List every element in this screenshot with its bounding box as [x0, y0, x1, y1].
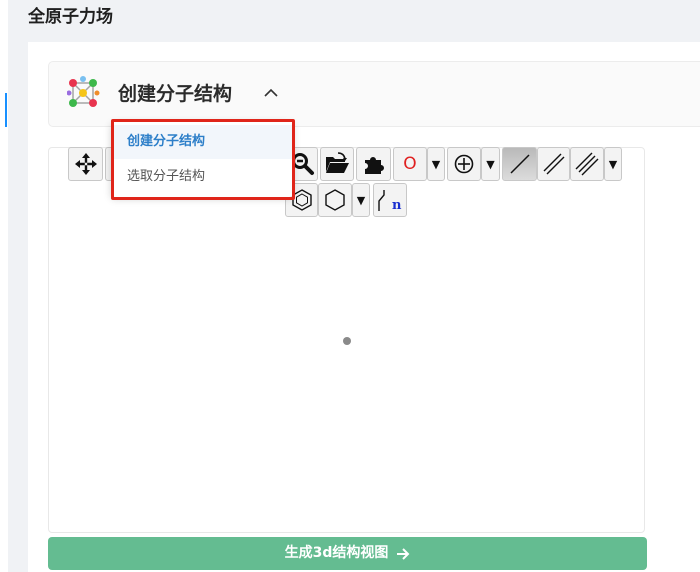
page-title: 全原子力场 [28, 7, 113, 27]
benzene-icon [291, 189, 312, 211]
canvas-center-marker [343, 337, 351, 345]
left-nav-strip [0, 0, 8, 572]
element-symbol: O [403, 153, 417, 174]
chain-button[interactable]: n [373, 183, 407, 217]
folder-open-icon [326, 152, 349, 173]
chevron-down-icon: ▼ [356, 193, 366, 207]
triple-bond-icon [575, 152, 599, 176]
generate-3d-view-button[interactable]: 生成3d结构视图 [48, 537, 647, 570]
structure-dropdown-menu: 创建分子结构 选取分子结构 [111, 121, 293, 197]
chevron-down-icon: ▼ [608, 157, 618, 171]
ring-dropdown-button[interactable]: ▼ [352, 183, 370, 217]
move-button[interactable] [68, 147, 103, 181]
single-bond-button[interactable] [502, 147, 537, 181]
nav-active-indicator [5, 93, 7, 127]
structure-header-title: 创建分子结构 [118, 83, 233, 105]
double-bond-icon [543, 153, 564, 175]
molecule-structure-icon [67, 76, 100, 107]
single-bond-icon [509, 154, 530, 174]
template-button[interactable] [356, 147, 391, 181]
chevron-down-icon: ▼ [431, 157, 441, 171]
double-bond-button[interactable] [537, 147, 570, 181]
element-dropdown-button[interactable]: ▼ [427, 147, 445, 181]
circle-plus-icon [454, 154, 474, 174]
chevron-up-icon[interactable] [261, 83, 281, 103]
chain-icon: n [378, 190, 402, 213]
open-file-button[interactable] [320, 147, 354, 181]
chevron-down-icon: ▼ [486, 157, 495, 171]
zoom-out-icon [291, 153, 314, 175]
ring-button[interactable] [318, 183, 352, 217]
bond-dropdown-button[interactable]: ▼ [604, 147, 622, 181]
generate-label: 生成3d结构视图 [284, 545, 389, 561]
element-o-button[interactable]: O [393, 147, 427, 181]
hexagon-icon [325, 189, 345, 211]
charge-dropdown-button[interactable]: ▼ [481, 147, 500, 181]
charge-button[interactable] [447, 147, 481, 181]
menu-item-select-structure[interactable]: 选取分子结构 [111, 160, 293, 194]
menu-item-create-structure[interactable]: 创建分子结构 [111, 125, 293, 159]
arrow-right-icon [397, 547, 410, 560]
chain-label: n [392, 198, 402, 213]
move-arrows-icon [74, 153, 97, 175]
puzzle-icon [364, 157, 384, 174]
triple-bond-button[interactable] [570, 147, 604, 181]
